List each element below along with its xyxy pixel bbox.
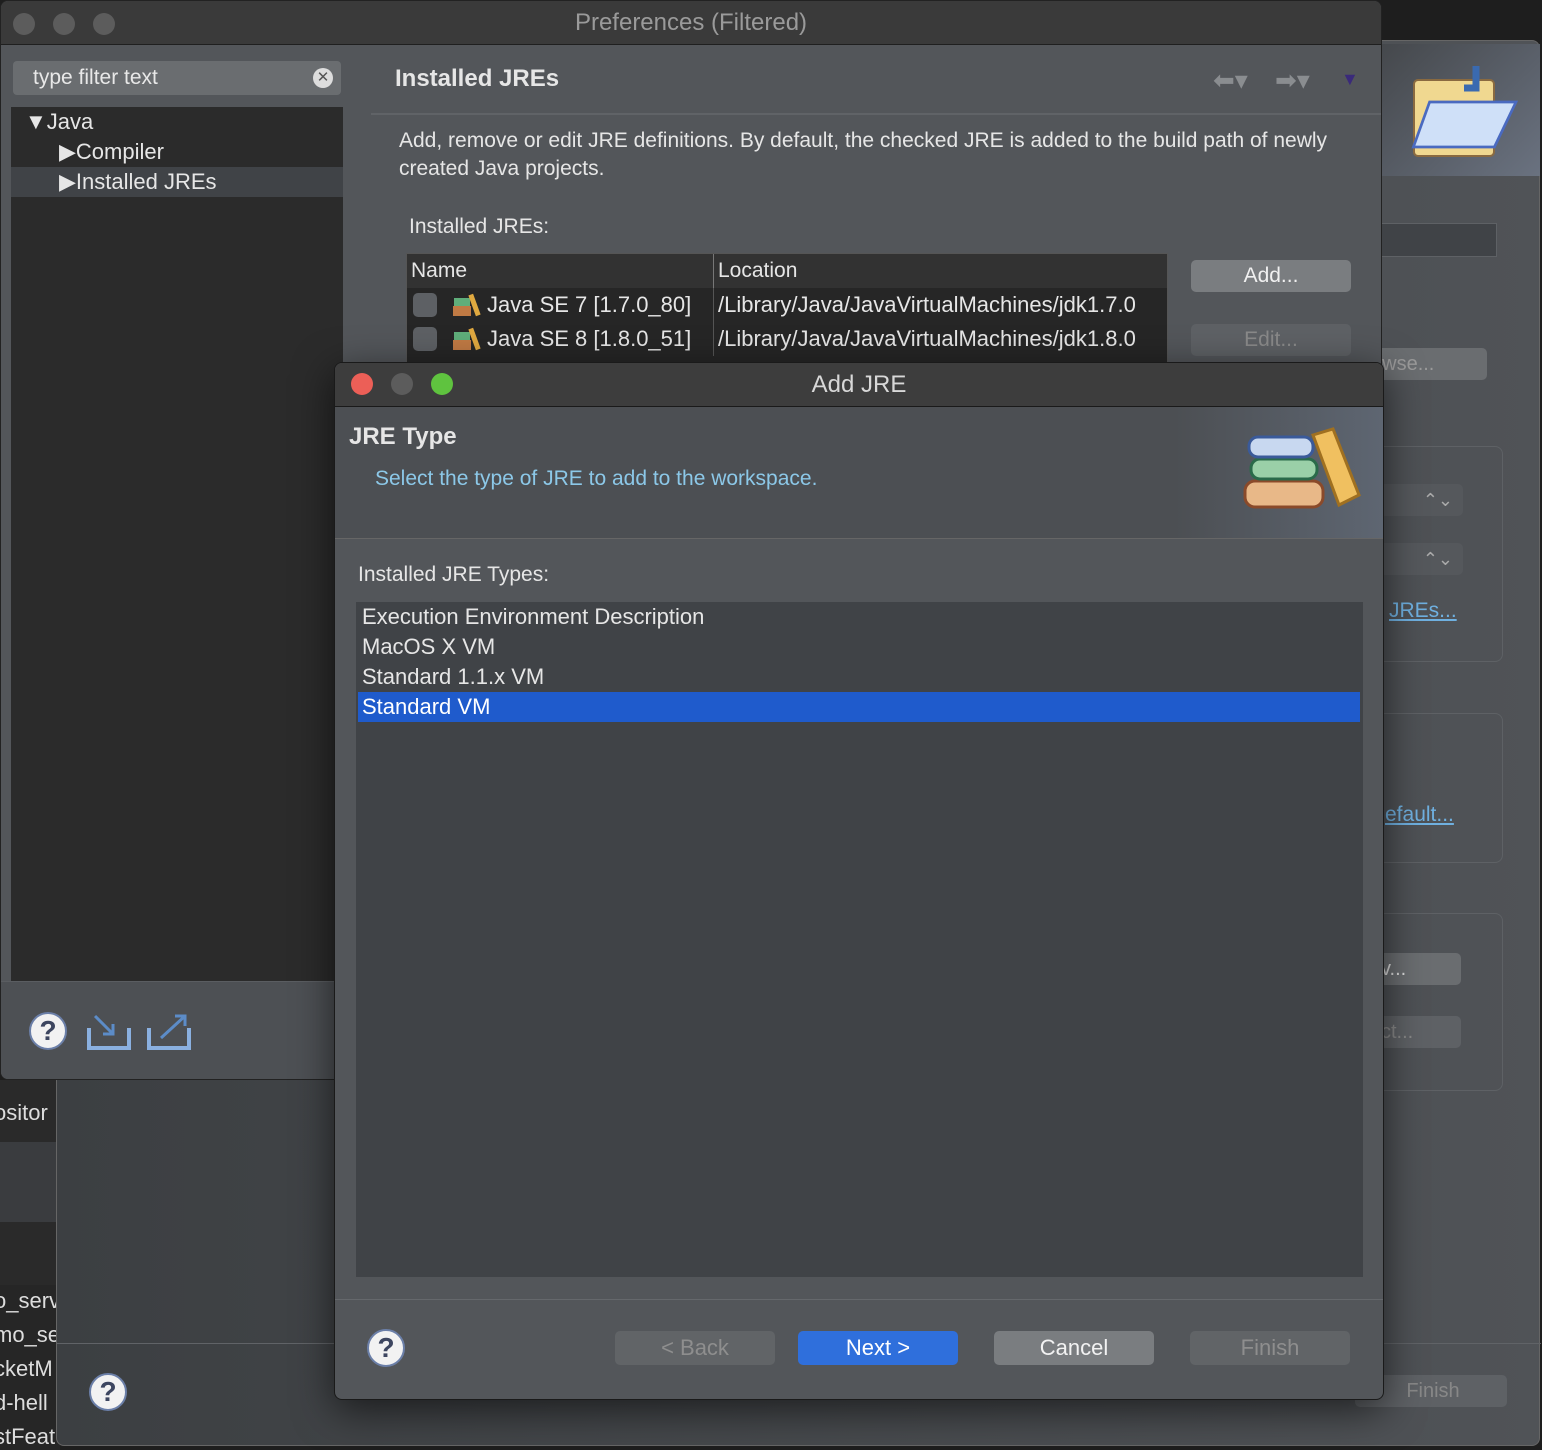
checkbox[interactable] bbox=[413, 293, 437, 317]
import-icon[interactable] bbox=[87, 1014, 131, 1052]
divider bbox=[371, 113, 1381, 115]
edit-button[interactable]: Edit... bbox=[1191, 324, 1351, 356]
column-header-location[interactable]: Location bbox=[713, 254, 1167, 288]
toolbar-icons bbox=[0, 1142, 60, 1222]
page-title: Installed JREs bbox=[395, 65, 560, 92]
wizard-banner: JRE Type Select the type of JRE to add t… bbox=[335, 407, 1383, 539]
expanded-arrow-icon[interactable]: ▼ bbox=[25, 109, 47, 134]
dialog-title: Add JRE bbox=[335, 363, 1383, 407]
add-jre-dialog: Add JRE JRE Type Select the type of JRE … bbox=[334, 362, 1384, 1400]
view-menu-icon[interactable]: ▼ bbox=[1341, 69, 1359, 90]
list-item[interactable]: Execution Environment Description bbox=[358, 602, 1360, 632]
java-project-folder-icon bbox=[1411, 66, 1519, 157]
jre-types-list: Execution Environment Description MacOS … bbox=[356, 602, 1363, 1277]
help-icon[interactable]: ? bbox=[367, 1329, 405, 1367]
preferences-tree: ▼Java ▶Compiler ▶Installed JREs bbox=[11, 107, 343, 981]
wizard-banner bbox=[1382, 44, 1540, 176]
table-label: Installed JREs: bbox=[409, 215, 550, 238]
jre-name: Java SE 7 [1.7.0_80] bbox=[487, 292, 692, 317]
minimize-button[interactable] bbox=[53, 13, 75, 35]
list-label: Installed JRE Types: bbox=[358, 563, 550, 586]
table-row[interactable]: Java SE 7 [1.7.0_80] /Library/Java/JavaV… bbox=[407, 288, 1167, 322]
clear-icon[interactable]: ✕ bbox=[313, 68, 333, 88]
bg-text-field bbox=[1367, 223, 1497, 257]
next-button[interactable]: Next > bbox=[798, 1331, 958, 1365]
tree-item-installed-jres[interactable]: ▶Installed JREs bbox=[11, 167, 343, 197]
preferences-bottom-bar: ? bbox=[1, 981, 337, 1079]
list-item[interactable]: MacOS X VM bbox=[358, 632, 1360, 662]
close-button[interactable] bbox=[351, 373, 373, 395]
filter-placeholder: type filter text bbox=[33, 66, 158, 89]
checkbox[interactable] bbox=[413, 327, 437, 351]
table-row[interactable]: Java SE 8 [1.8.0_51] /Library/Java/JavaV… bbox=[407, 322, 1167, 356]
collapsed-arrow-icon[interactable]: ▶ bbox=[59, 169, 76, 194]
zoom-button[interactable] bbox=[431, 373, 453, 395]
tree-item-java[interactable]: ▼Java bbox=[11, 107, 343, 137]
select-up-down-icon: ⌃⌄ bbox=[1377, 543, 1463, 575]
editor-text: d-hell bbox=[0, 1390, 48, 1415]
select-button: ct... bbox=[1377, 1016, 1461, 1048]
wizard-heading: JRE Type bbox=[349, 423, 457, 450]
editor-text: o_serv bbox=[0, 1288, 61, 1313]
divider bbox=[335, 1299, 1383, 1300]
select-up-down-icon: ⌃⌄ bbox=[1377, 484, 1463, 516]
add-button[interactable]: Add... bbox=[1191, 260, 1351, 292]
new-button: v... bbox=[1377, 953, 1461, 985]
finish-button[interactable]: Finish bbox=[1190, 1331, 1350, 1365]
window-title: Preferences (Filtered) bbox=[1, 1, 1381, 45]
jre-location: /Library/Java/JavaVirtualMachines/jdk1.7… bbox=[713, 288, 1136, 322]
forward-nav-icon[interactable]: ➡▾ bbox=[1275, 65, 1310, 96]
list-item[interactable]: Standard 1.1.x VM bbox=[358, 662, 1360, 692]
collapsed-arrow-icon[interactable]: ▶ bbox=[59, 139, 76, 164]
jre-name: Java SE 8 [1.8.0_51] bbox=[487, 326, 692, 351]
background-editor: ositor o_serv mo_se cketM d-hell stFeat bbox=[0, 1080, 60, 1450]
export-icon[interactable] bbox=[147, 1014, 191, 1052]
jre-library-icon bbox=[453, 326, 481, 352]
back-button[interactable]: < Back bbox=[615, 1331, 775, 1365]
column-header-name[interactable]: Name bbox=[407, 254, 713, 288]
configure-default-link: efault... bbox=[1385, 803, 1454, 826]
installed-jres-table: Name Location Java SE 7 [1.7.0_80] /Libr… bbox=[406, 253, 1168, 363]
page-description: Add, remove or edit JRE definitions. By … bbox=[399, 129, 1328, 180]
help-icon: ? bbox=[89, 1373, 127, 1411]
cancel-button[interactable]: Cancel bbox=[994, 1331, 1154, 1365]
jre-library-icon bbox=[1243, 427, 1361, 509]
close-button[interactable] bbox=[13, 13, 35, 35]
help-icon[interactable]: ? bbox=[29, 1012, 67, 1050]
jre-library-icon bbox=[453, 292, 481, 318]
back-nav-icon[interactable]: ⬅▾ bbox=[1213, 65, 1248, 96]
zoom-button[interactable] bbox=[93, 13, 115, 35]
configure-jres-link: JREs... bbox=[1389, 599, 1457, 622]
browse-button: owse... bbox=[1367, 348, 1487, 380]
editor-text: cketM bbox=[0, 1356, 53, 1381]
editor-text: stFeat bbox=[0, 1424, 56, 1449]
minimize-button[interactable] bbox=[391, 373, 413, 395]
list-item-selected[interactable]: Standard VM bbox=[358, 692, 1360, 722]
editor-text: ositor bbox=[0, 1100, 48, 1125]
jre-location: /Library/Java/JavaVirtualMachines/jdk1.8… bbox=[713, 322, 1136, 356]
editor-text: mo_se bbox=[0, 1322, 61, 1347]
tree-item-compiler[interactable]: ▶Compiler bbox=[11, 137, 343, 167]
wizard-subtitle: Select the type of JRE to add to the wor… bbox=[375, 467, 818, 490]
filter-input[interactable]: type filter text ✕ bbox=[13, 61, 341, 95]
